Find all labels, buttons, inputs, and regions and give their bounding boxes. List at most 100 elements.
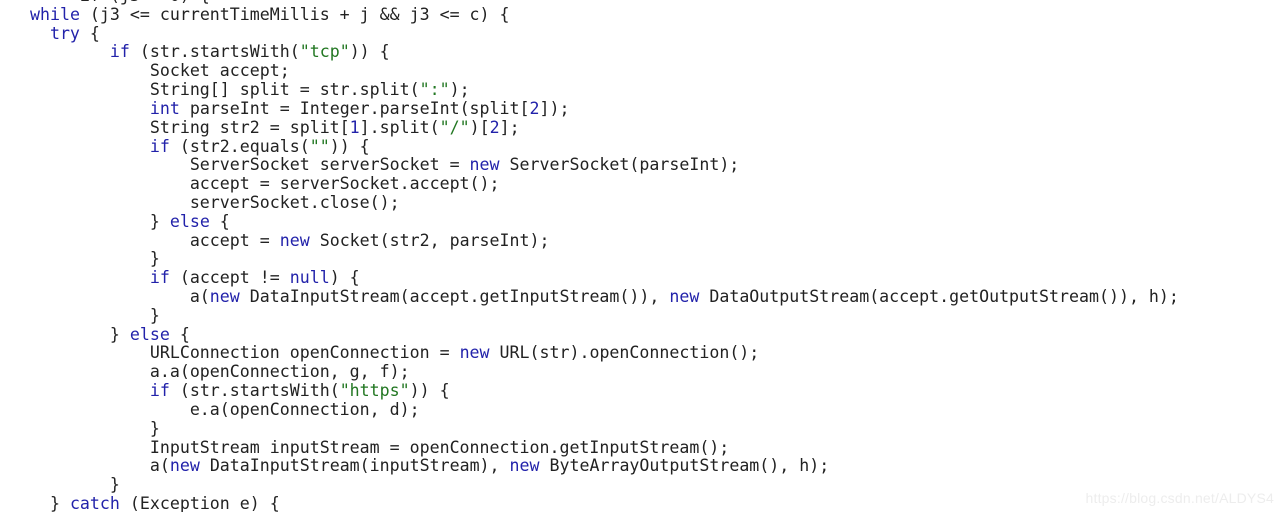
code-token-kw: while: [29, 4, 80, 24]
code-token-pln: DataInputStream(inputStream),: [199, 456, 510, 476]
code-token-pln: serverSocket.close();: [0, 192, 400, 212]
code-token-pln: )) {: [409, 381, 450, 401]
code-token-pln: (Exception e) {: [119, 493, 280, 512]
code-token-pln: }: [0, 418, 160, 438]
code-line: } else {: [0, 211, 1179, 232]
code-line: try {: [0, 23, 1179, 44]
code-line: accept = serverSocket.accept();: [0, 174, 1179, 194]
code-token-pln: }: [0, 493, 70, 512]
code-line: ServerSocket serverSocket = new ServerSo…: [0, 155, 1179, 175]
code-token-pln: a.a(openConnection, g, f);: [0, 362, 410, 382]
code-token-str: "tcp": [299, 42, 350, 62]
code-line: a.a(openConnection, g, f);: [0, 362, 1179, 382]
code-token-pln: ) {: [329, 268, 360, 288]
code-token-pln: )[: [469, 117, 490, 137]
code-token-pln: parseInt = Integer.parseInt(split[: [179, 98, 530, 118]
code-token-kw: int: [149, 98, 180, 118]
code-token-pln: ]);: [539, 98, 570, 118]
code-token-pln: [0, 99, 150, 118]
code-token-pln: [0, 137, 150, 156]
code-token-kw: new: [279, 230, 310, 250]
code-line: serverSocket.close();: [0, 192, 1179, 213]
code-line: if (str.startsWith("tcp")) {: [0, 43, 1179, 62]
code-token-num: 1: [349, 117, 360, 137]
code-line: if (str.startsWith("https")) {: [0, 381, 1179, 401]
code-token-pln: )) {: [329, 136, 370, 156]
code-line: a(new DataInputStream(inputStream), new …: [0, 456, 1179, 476]
code-token-kw: try: [49, 23, 80, 43]
code-line: a(new DataInputStream(accept.getInputStr…: [0, 287, 1179, 307]
code-line: e.a(openConnection, d);: [0, 399, 1179, 420]
code-token-pln: }: [0, 249, 160, 269]
code-token-pln: [0, 381, 150, 400]
code-token-pln: [0, 42, 110, 61]
code-line: }: [0, 249, 1179, 269]
code-line: } catch (Exception e) {: [0, 493, 1179, 512]
code-line: }: [0, 305, 1179, 326]
code-token-pln: }: [0, 324, 130, 344]
code-line: } else {: [0, 324, 1179, 345]
code-token-pln: ByteArrayOutputStream(), h);: [539, 456, 830, 476]
code-token-pln: (str.startsWith(: [169, 381, 340, 401]
code-line: if (accept != null) {: [0, 268, 1179, 288]
code-token-num: 2: [529, 98, 540, 118]
code-line: Socket accept;: [0, 61, 1179, 81]
code-token-str: "https": [339, 381, 410, 401]
code-line-list: if (j3 < 0) { while (j3 <= currentTimeMi…: [0, 0, 1179, 512]
code-token-pln: String[] split = str.split(: [0, 80, 420, 100]
code-token-pln: }: [0, 305, 160, 325]
code-token-pln: [0, 24, 50, 43]
code-token-pln: Socket accept;: [0, 61, 290, 81]
code-line: if (str2.equals("")) {: [0, 136, 1179, 157]
code-token-pln: {: [169, 324, 190, 344]
code-token-kw: else: [169, 211, 210, 231]
code-token-pln: }: [0, 211, 170, 231]
code-token-pln: URL(str).openConnection();: [489, 343, 760, 363]
code-token-pln: accept =: [0, 230, 280, 250]
code-line: accept = new Socket(str2, parseInt);: [0, 230, 1179, 251]
code-token-kw: new: [509, 456, 540, 476]
code-line: }: [0, 475, 1179, 495]
code-token-kw: else: [129, 324, 170, 344]
code-token-kw: null: [289, 268, 330, 288]
code-token-pln: accept = serverSocket.accept();: [0, 174, 500, 194]
code-token-str: ":": [419, 80, 450, 100]
code-token-pln: Socket(str2, parseInt);: [309, 230, 550, 250]
code-token-pln: (str.startsWith(: [129, 42, 300, 62]
code-token-kw: new: [209, 287, 240, 306]
code-token-pln: e.a(openConnection, d);: [0, 399, 420, 419]
code-token-pln: {: [209, 211, 230, 231]
code-token-kw: new: [469, 155, 500, 175]
code-line: }: [0, 418, 1179, 439]
code-token-pln: InputStream inputStream = openConnection…: [0, 437, 730, 457]
code-token-pln: ];: [499, 117, 520, 137]
code-token-kw: catch: [69, 493, 120, 512]
code-token-pln: {: [79, 23, 100, 43]
code-token-kw: new: [169, 456, 200, 476]
code-token-pln: }: [0, 475, 120, 495]
code-token-kw: new: [669, 287, 700, 306]
code-token-pln: ServerSocket(parseInt);: [499, 155, 740, 175]
code-token-pln: )) {: [349, 42, 390, 62]
code-token-pln: (str2.equals(: [169, 136, 310, 156]
code-line: URLConnection openConnection = new URL(s…: [0, 344, 1179, 363]
code-line: String str2 = split[1].split("/")[2];: [0, 117, 1179, 138]
code-token-pln: DataInputStream(accept.getInputStream())…: [239, 287, 670, 306]
code-token-kw: if: [149, 136, 170, 156]
code-token-pln: ].split(: [359, 117, 440, 137]
code-line: String[] split = str.split(":");: [0, 80, 1179, 100]
code-token-str: "/": [439, 117, 470, 137]
code-token-pln: DataOutputStream(accept.getOutputStream(…: [699, 287, 1179, 306]
code-token-pln: [0, 268, 150, 287]
code-viewer: if (j3 < 0) { while (j3 <= currentTimeMi…: [0, 0, 1280, 512]
code-token-num: 2: [489, 117, 500, 137]
code-token-kw: if: [109, 42, 130, 62]
code-token-pln: );: [449, 80, 470, 100]
code-token-pln: a(: [0, 456, 170, 476]
code-token-pln: [0, 5, 30, 24]
code-token-pln: a(: [0, 287, 210, 306]
code-line: while (j3 <= currentTimeMillis + j && j3…: [0, 4, 1179, 25]
code-token-pln: String str2 = split[: [0, 117, 350, 137]
code-token-kw: if: [149, 381, 170, 401]
code-token-pln: ServerSocket serverSocket =: [0, 155, 470, 175]
